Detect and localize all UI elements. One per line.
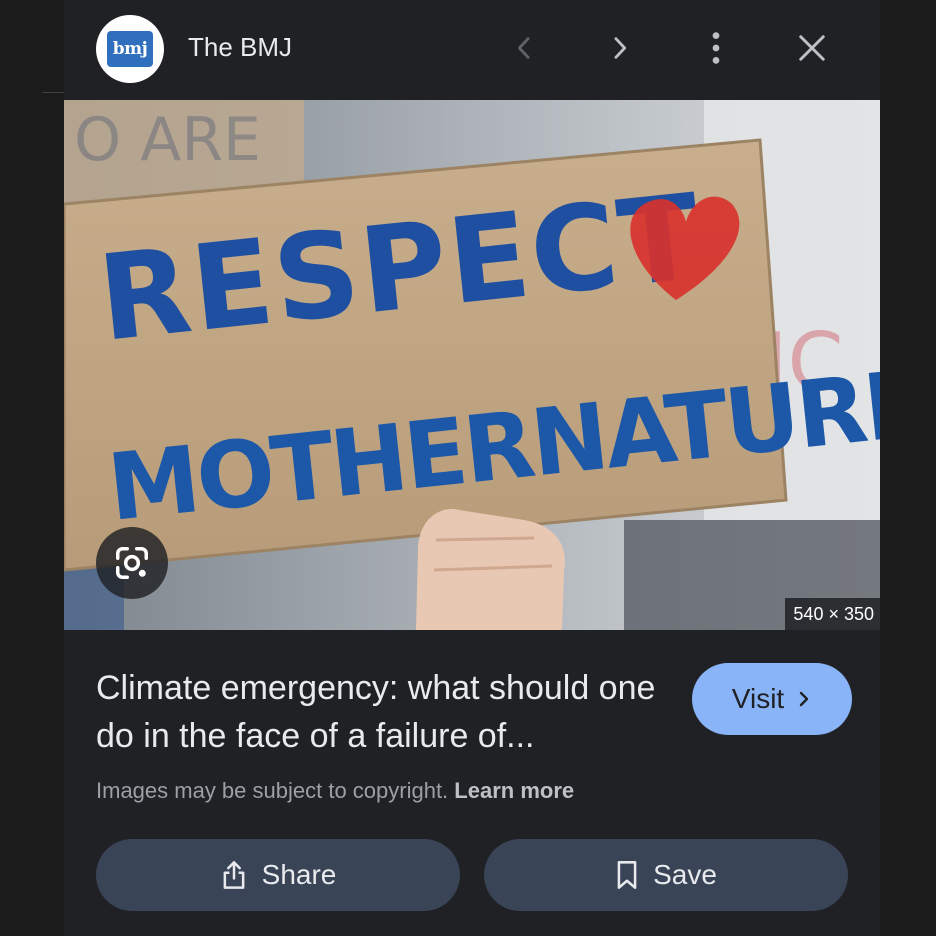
close-icon xyxy=(799,35,825,61)
site-name[interactable]: The BMJ xyxy=(188,30,292,64)
svg-text:O ARE: O ARE xyxy=(74,105,261,175)
preview-image[interactable]: O ARE IC RESPECT MOTHERNATURE 540 × 350 xyxy=(64,100,880,630)
chevron-left-icon xyxy=(517,37,530,59)
image-dimensions: 540 × 350 xyxy=(785,598,880,630)
close-button[interactable] xyxy=(788,24,836,72)
divider xyxy=(42,92,64,93)
chevron-right-icon xyxy=(799,691,809,707)
more-options-button[interactable] xyxy=(692,24,740,72)
save-label: Save xyxy=(653,859,717,890)
google-lens-icon xyxy=(116,547,148,579)
lens-search-button[interactable] xyxy=(96,527,168,599)
save-button[interactable]: Save xyxy=(484,839,848,911)
learn-more-link[interactable]: Learn more xyxy=(454,778,574,803)
protest-sign-photo: O ARE IC RESPECT MOTHERNATURE xyxy=(64,100,880,630)
next-button[interactable] xyxy=(596,24,644,72)
share-icon xyxy=(223,861,245,889)
visit-button[interactable]: Visit xyxy=(692,663,852,735)
previous-button[interactable] xyxy=(500,24,548,72)
chevron-right-icon xyxy=(614,37,627,59)
site-logo[interactable]: bmj xyxy=(96,15,164,83)
share-button[interactable]: Share xyxy=(96,839,460,911)
right-backdrop xyxy=(880,0,936,936)
bmj-logo-mark: bmj xyxy=(107,31,153,67)
result-title[interactable]: Climate emergency: what should one do in… xyxy=(96,664,666,760)
visit-label: Visit xyxy=(731,683,785,714)
copyright-text: Images may be subject to copyright. xyxy=(96,778,449,803)
copyright-notice: Images may be subject to copyright. Lear… xyxy=(96,776,574,806)
bookmark-icon xyxy=(617,861,637,889)
left-backdrop xyxy=(0,0,64,936)
more-vert-icon xyxy=(712,32,720,64)
share-label: Share xyxy=(261,859,337,890)
